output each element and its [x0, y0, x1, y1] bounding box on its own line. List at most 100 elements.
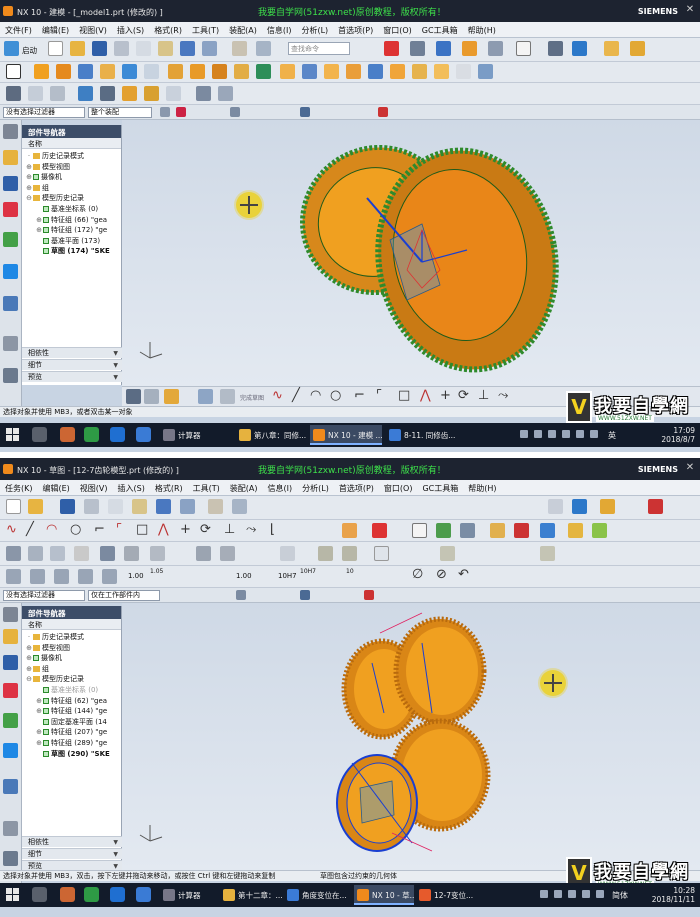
window-menu-icon[interactable]	[256, 41, 271, 56]
network-icon[interactable]	[582, 890, 590, 898]
repeat-command-icon[interactable]	[208, 499, 223, 514]
gc-drawing-icon[interactable]	[280, 546, 295, 561]
copy-icon[interactable]	[108, 499, 123, 514]
checkbox-icon[interactable]	[43, 750, 49, 757]
gc-spring-icon[interactable]	[124, 546, 139, 561]
revolve-icon[interactable]	[56, 64, 71, 79]
tree-row[interactable]: ⊕ 特征组 (62) "gea	[25, 696, 121, 707]
menu-window[interactable]: 窗口(O)	[379, 480, 418, 496]
checkbox-icon[interactable]	[43, 227, 49, 234]
taskbar-item[interactable]: 12-7变位...	[416, 885, 482, 905]
mirror-feature-icon[interactable]	[412, 64, 427, 79]
endpoint-icon[interactable]	[300, 590, 310, 600]
corner-icon[interactable]: ⌊	[270, 522, 275, 537]
line-icon[interactable]: ╱	[292, 388, 300, 403]
tray-icon[interactable]	[534, 430, 542, 438]
rectangle-icon[interactable]: □	[136, 522, 148, 537]
extract-geometry-icon[interactable]	[478, 64, 493, 79]
offset-curve-icon[interactable]: ⟳	[458, 388, 469, 403]
tree-row[interactable]: 基准坐标系 (0)	[25, 204, 121, 215]
orient-view-icon[interactable]	[436, 41, 451, 56]
tray-icon[interactable]	[562, 430, 570, 438]
taskbar-item[interactable]: 第八章：同修...	[236, 425, 306, 445]
column-header-name[interactable]: 名称	[22, 619, 121, 630]
taskbar-item[interactable]: 计算器	[160, 425, 226, 445]
menu-edit[interactable]: 编辑(E)	[38, 480, 75, 496]
column-header-name[interactable]: 名称	[22, 138, 121, 149]
gc-check-icon[interactable]	[28, 546, 43, 561]
chamfer-sketch-icon[interactable]: ⌜	[376, 388, 382, 403]
browser-icon[interactable]	[136, 427, 151, 442]
center-point-icon[interactable]	[364, 590, 374, 600]
menu-file[interactable]: 文件(F)	[0, 22, 37, 38]
menu-format[interactable]: 格式(R)	[149, 22, 187, 38]
select-all-icon[interactable]	[176, 107, 186, 117]
repeat-command-icon[interactable]	[232, 41, 247, 56]
tree-row[interactable]: 基准平面 (173)	[25, 236, 121, 247]
snap-point-icon[interactable]	[236, 590, 246, 600]
gc-annotation-icon[interactable]	[196, 86, 211, 101]
checkbox-icon[interactable]	[43, 216, 49, 223]
menu-tools[interactable]: 工具(T)	[187, 22, 224, 38]
reuse-library-tab-icon[interactable]	[3, 232, 18, 247]
constraint-navigator-tab-icon[interactable]	[3, 683, 18, 698]
offset-face-icon[interactable]	[346, 64, 361, 79]
dim-style-button[interactable]: 1.00	[236, 572, 252, 580]
gc-drawing-icon[interactable]	[218, 86, 233, 101]
tree-row[interactable]: ⊕ 特征组 (66) "gea	[25, 215, 121, 226]
windows-start-icon[interactable]	[6, 888, 20, 902]
assembly-icon[interactable]	[604, 41, 619, 56]
intersect-icon[interactable]	[234, 64, 249, 79]
layer-icon[interactable]	[548, 41, 563, 56]
tray-icon[interactable]	[554, 890, 562, 898]
roles-tab-icon[interactable]	[3, 851, 18, 866]
point-icon[interactable]: +	[440, 388, 451, 403]
edge-blend-icon[interactable]	[256, 64, 271, 79]
mirror-curve-icon[interactable]	[372, 523, 387, 538]
open-icon[interactable]	[70, 41, 85, 56]
checkbox-icon[interactable]	[43, 729, 49, 736]
task-view-icon[interactable]	[32, 427, 47, 442]
menu-analysis[interactable]: 分析(L)	[297, 480, 334, 496]
gc-tool-icon[interactable]	[30, 569, 45, 584]
gc-tool-icon[interactable]	[102, 569, 117, 584]
component-icon[interactable]	[600, 499, 615, 514]
shell-icon[interactable]	[302, 64, 317, 79]
dim-style-button[interactable]: 1.05	[150, 568, 163, 575]
datum-axis-icon[interactable]	[648, 499, 663, 514]
edge-browser-icon[interactable]	[110, 887, 125, 902]
gc-spring-icon[interactable]	[122, 86, 137, 101]
sew-icon[interactable]	[456, 64, 471, 79]
fillet-icon[interactable]: ⌐	[94, 522, 105, 537]
tree-row[interactable]: · 历史记录模式	[25, 151, 121, 162]
taskbar-item[interactable]: 角度变位在...	[284, 885, 352, 905]
save-icon[interactable]	[60, 499, 75, 514]
snap-icon[interactable]	[160, 107, 170, 117]
history-tab-icon[interactable]	[3, 779, 18, 794]
tree-row[interactable]: ⊖ 模型历史记录	[25, 193, 121, 204]
show-constraints-icon[interactable]	[460, 523, 475, 538]
draft-icon[interactable]	[324, 64, 339, 79]
settings-icon[interactable]	[3, 607, 18, 622]
assembly-scope-select[interactable]: 仅在工作部件内	[88, 590, 160, 601]
move-object-icon[interactable]	[572, 41, 587, 56]
edge-icon[interactable]	[462, 41, 477, 56]
tree-row[interactable]: ⊕ 摄像机	[25, 172, 121, 183]
gc-bolt-icon[interactable]	[318, 546, 333, 561]
pattern-icon[interactable]	[168, 64, 183, 79]
volume-icon[interactable]	[596, 890, 604, 898]
undo-icon[interactable]	[180, 41, 195, 56]
settings-icon[interactable]	[3, 124, 18, 139]
component-icon[interactable]	[630, 41, 645, 56]
checkbox-icon[interactable]	[43, 248, 49, 255]
tree-row[interactable]: 草图 (174) "SKE	[25, 246, 121, 257]
diameter-icon[interactable]: ∅	[412, 567, 423, 582]
sketch-tool-icon[interactable]	[144, 389, 159, 404]
menu-task[interactable]: 任务(K)	[0, 480, 38, 496]
polygon-icon[interactable]: ⋀	[420, 388, 431, 403]
hole-icon[interactable]	[122, 64, 137, 79]
snap-point-icon[interactable]	[230, 107, 240, 117]
clock-tab-icon[interactable]	[3, 821, 18, 836]
trim-body-icon[interactable]	[368, 64, 383, 79]
wechat-icon[interactable]	[84, 427, 99, 442]
